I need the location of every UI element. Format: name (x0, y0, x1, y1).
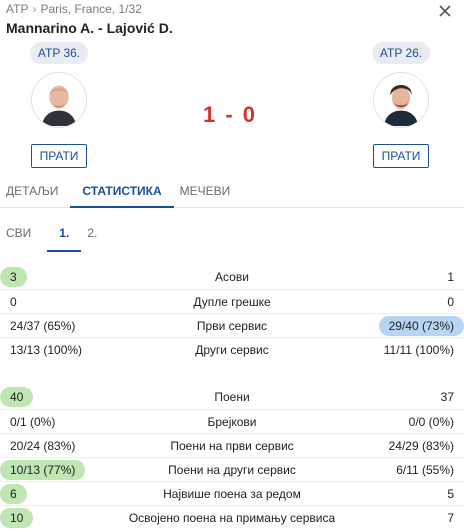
stat-label: Поени (214, 390, 250, 404)
home-stat-value: 20/24 (83%) (10, 438, 76, 453)
away-stat-value: 37 (440, 390, 454, 404)
tab-statistics[interactable]: СТАТИСТИКА (70, 176, 174, 208)
stat-row: 20/24 (83%) Поени на први сервис 24/29 (… (0, 433, 464, 457)
away-player: ATP 26. ПРАТИ (346, 42, 456, 168)
home-stat-value: 40 (0, 387, 34, 407)
player-photo-icon (374, 73, 428, 126)
stat-label: Први сервис (196, 318, 268, 333)
subtab-set-1[interactable]: 1. (47, 218, 82, 252)
home-stat-value: 10/13 (77%) (0, 459, 86, 480)
subtab-set-2[interactable]: 2. (81, 218, 109, 252)
home-stat-value: 3 (0, 267, 27, 287)
away-rank-badge: ATP 26. (371, 42, 431, 64)
away-stat-value: 7 (447, 510, 454, 525)
breadcrumb-tour[interactable]: ATP (6, 2, 28, 16)
subtab-all[interactable]: СВИ (0, 218, 43, 252)
home-stat-value: 10 (0, 507, 34, 528)
close-icon (439, 5, 451, 17)
away-stat-value: 6/11 (55%) (396, 462, 454, 477)
home-stat-value: 6 (0, 483, 27, 504)
set-subtabs: СВИ 1. 2. (0, 218, 109, 252)
away-stat-value: 24/29 (83%) (388, 438, 454, 453)
main-tabs: ДЕТАЉИ СТАТИСТИКА МЕЧЕВИ (0, 176, 464, 208)
stat-label: Дупле грешке (193, 294, 271, 309)
stat-label: Други сервис (195, 342, 269, 357)
match-title: Mannarino A. - Lajović D. (6, 20, 173, 36)
away-stat-value: 5 (447, 486, 454, 501)
stat-row: 10/13 (77%) Поени на други сервис 6/11 (… (0, 457, 464, 481)
breadcrumb-event[interactable]: Paris, France, 1/32 (40, 2, 141, 16)
home-stat-value: 13/13 (100%) (10, 342, 83, 357)
away-stat-value: 11/11 (100%) (383, 342, 454, 357)
stat-label: Поени на други сервис (168, 462, 296, 477)
away-stat-value: 29/40 (73%) (378, 315, 464, 336)
stat-row: 3 Асови 1 (0, 265, 464, 289)
stat-row: 0 Дупле грешке 0 (0, 289, 464, 313)
away-stat-value: 0/0 (0%) (408, 414, 454, 429)
stat-row: 0/1 (0%) Брејкови 0/0 (0%) (0, 409, 464, 433)
stats-group-points: 40 Поени 37 0/1 (0%) Брејкови 0/0 (0%) 2… (0, 385, 464, 529)
home-rank-badge: ATP 36. (29, 42, 89, 64)
stat-row: 10 Освојено поена на примању сервиса 7 (0, 505, 464, 529)
home-follow-button[interactable]: ПРАТИ (31, 144, 87, 168)
home-player: ATP 36. ПРАТИ (4, 42, 114, 168)
home-stat-value: 24/37 (65%) (10, 318, 76, 333)
stat-row: 6 Највише поена за редом 5 (0, 481, 464, 505)
stat-label: Асови (215, 270, 249, 284)
away-stat-value: 0 (447, 294, 454, 309)
player-photo-icon (32, 73, 86, 126)
stat-label: Освојено поена на примању сервиса (128, 510, 336, 525)
away-stat-value: 1 (447, 270, 454, 284)
home-stat-value: 0 (10, 294, 17, 309)
away-follow-button[interactable]: ПРАТИ (373, 144, 429, 168)
stats-group-service: 3 Асови 1 0 Дупле грешке 0 24/37 (65%) П… (0, 265, 464, 361)
stat-label: Највише поена за редом (163, 486, 301, 501)
tab-details[interactable]: ДЕТАЉИ (0, 176, 70, 208)
tab-matches[interactable]: МЕЧЕВИ (174, 176, 243, 208)
stat-row: 40 Поени 37 (0, 385, 464, 409)
close-button[interactable] (436, 2, 454, 20)
away-player-avatar[interactable] (373, 72, 429, 128)
home-stat-value: 0/1 (0%) (10, 414, 56, 429)
breadcrumb: ATP › Paris, France, 1/32 (6, 2, 142, 16)
match-score: 1 - 0 (202, 102, 258, 127)
stat-row: 13/13 (100%) Други сервис 11/11 (100%) (0, 337, 464, 361)
stat-row: 24/37 (65%) Први сервис 29/40 (73%) (0, 313, 464, 337)
stat-label: Поени на први сервис (170, 438, 294, 453)
stat-label: Брејкови (207, 414, 257, 429)
chevron-right-icon: › (32, 2, 37, 16)
home-player-avatar[interactable] (31, 72, 87, 128)
